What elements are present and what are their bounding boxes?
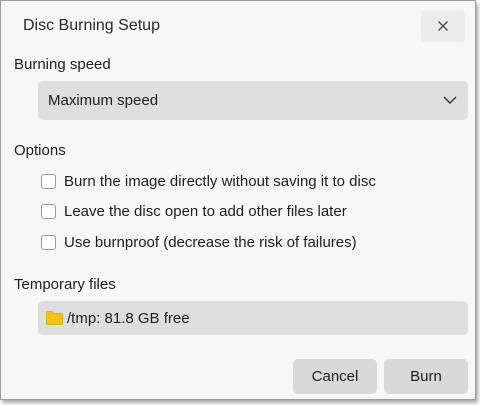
dialog-title: Disc Burning Setup bbox=[23, 17, 160, 34]
cancel-button[interactable]: Cancel bbox=[293, 359, 377, 394]
burning-speed-label: Burning speed bbox=[14, 56, 111, 73]
temporary-files-chooser[interactable]: /tmp: 81.8 GB free bbox=[38, 301, 468, 335]
leave-disc-open-label: Leave the disc open to add other files l… bbox=[64, 202, 347, 220]
burnproof-label: Use burnproof (decrease the risk of fail… bbox=[64, 233, 357, 251]
chevron-down-icon bbox=[443, 96, 457, 104]
burn-button[interactable]: Burn bbox=[384, 359, 468, 394]
option-leave-disc-open[interactable]: Leave the disc open to add other files l… bbox=[41, 201, 347, 221]
burn-directly-checkbox[interactable] bbox=[41, 173, 56, 189]
option-burn-directly[interactable]: Burn the image directly without saving i… bbox=[41, 171, 376, 191]
disc-burning-setup-dialog: Disc Burning Setup Burning speed Maximum… bbox=[0, 0, 476, 400]
option-burnproof[interactable]: Use burnproof (decrease the risk of fail… bbox=[41, 232, 357, 252]
burnproof-checkbox[interactable] bbox=[41, 234, 56, 250]
temporary-files-value: /tmp: 81.8 GB free bbox=[67, 309, 190, 327]
temporary-files-label: Temporary files bbox=[14, 276, 116, 293]
leave-disc-open-checkbox[interactable] bbox=[41, 203, 56, 219]
title-bar: Disc Burning Setup bbox=[1, 1, 475, 51]
close-icon bbox=[438, 21, 448, 31]
burning-speed-selected: Maximum speed bbox=[48, 92, 159, 109]
options-label: Options bbox=[14, 142, 66, 159]
burning-speed-dropdown[interactable]: Maximum speed bbox=[38, 81, 468, 120]
folder-icon bbox=[46, 311, 63, 325]
burn-directly-label: Burn the image directly without saving i… bbox=[64, 172, 376, 190]
close-button[interactable] bbox=[421, 10, 465, 42]
